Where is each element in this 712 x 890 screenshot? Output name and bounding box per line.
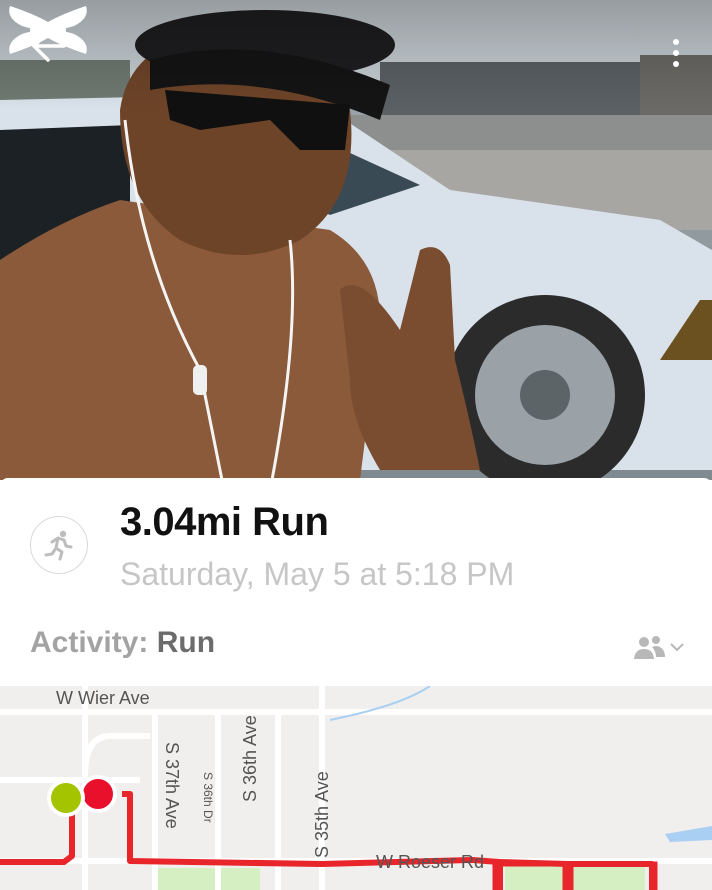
workout-summary-card: 3.04mi Run Saturday, May 5 at 5:18 PM Ac… — [0, 478, 712, 688]
workout-title: 3.04mi Run — [120, 500, 329, 544]
more-dot — [673, 61, 679, 67]
friends-privacy-icon — [634, 636, 665, 659]
activity-type-avatar — [30, 516, 88, 574]
activity-value: Run — [156, 626, 216, 659]
activity-type-row[interactable]: Activity: Run — [30, 626, 215, 660]
end-marker — [79, 775, 117, 813]
running-person-icon — [44, 530, 73, 561]
route-markers — [47, 775, 117, 817]
privacy-dropdown[interactable] — [632, 630, 688, 664]
route-map[interactable]: W Wier Ave S 37th Ave S 36th Dr S 36th A… — [0, 686, 712, 890]
more-options-button[interactable] — [656, 30, 696, 76]
chevron-down-icon — [670, 643, 684, 652]
workout-datetime: Saturday, May 5 at 5:18 PM — [120, 556, 515, 592]
street-label-w-roeser: W Roeser Rd — [376, 852, 485, 872]
street-label-s-35th: S 35th Ave — [312, 771, 332, 858]
street-label-w-wier: W Wier Ave — [56, 688, 150, 708]
activity-label: Activity: — [30, 626, 149, 659]
street-label-s-36th-dr: S 36th Dr — [201, 772, 215, 823]
more-dot — [673, 50, 679, 56]
under-armour-logo[interactable] — [0, 0, 96, 60]
street-label-s-36th: S 36th Ave — [240, 715, 260, 802]
workout-photo[interactable] — [0, 0, 712, 480]
start-marker — [47, 779, 85, 817]
street-label-s-37th: S 37th Ave — [162, 742, 182, 829]
more-vertical-icon — [673, 39, 679, 45]
top-gradient — [0, 0, 712, 110]
